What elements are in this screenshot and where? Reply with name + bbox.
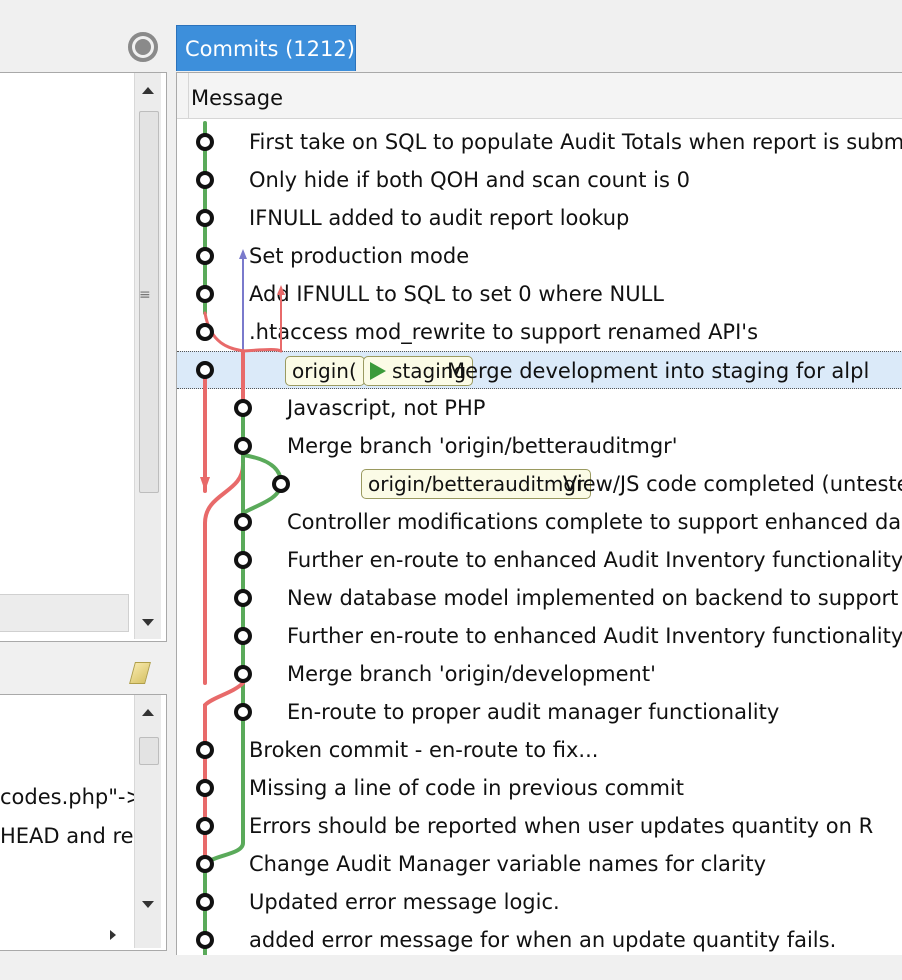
code-line: codes.php"-> [0, 785, 144, 809]
graph-edge [241, 348, 283, 353]
commit-message: Further en-route to enhanced Audit Inven… [287, 548, 902, 572]
commit-node[interactable] [196, 209, 214, 227]
commit-node[interactable] [196, 171, 214, 189]
commit-node[interactable] [234, 665, 252, 683]
github-icon[interactable] [128, 32, 158, 62]
commit-node[interactable] [196, 247, 214, 265]
commit-node[interactable] [234, 589, 252, 607]
commit-node[interactable] [196, 323, 214, 341]
commit-message: Further en-route to enhanced Audit Inven… [287, 624, 902, 648]
pencil-icon[interactable] [129, 662, 151, 684]
scroll-down-arrow-icon[interactable] [142, 619, 154, 626]
commit-node[interactable] [234, 703, 252, 721]
diff-panel[interactable]: codes.php"-> HEAD and rer [0, 694, 167, 951]
commit-message: Merge development into staging for alpl [447, 359, 870, 383]
commit-node[interactable] [196, 931, 214, 949]
commit-node[interactable] [234, 437, 252, 455]
commit-node[interactable] [196, 741, 214, 759]
commit-node[interactable] [196, 361, 214, 379]
branch-arrow-icon [277, 285, 285, 295]
commit-message: New database model implemented on backen… [287, 586, 899, 610]
commit-message: Javascript, not PHP [287, 396, 486, 420]
commit-node[interactable] [272, 475, 290, 493]
commit-message: Only hide if both QOH and scan count is … [249, 168, 690, 192]
scroll-up-arrow-icon[interactable] [142, 87, 154, 94]
branch-graph [196, 121, 290, 956]
left-pane: ≡ codes.php"-> HEAD and rer [0, 0, 170, 980]
commit-node[interactable] [196, 817, 214, 835]
commit-node[interactable] [196, 893, 214, 911]
commit-node[interactable] [234, 399, 252, 417]
scroll-down-arrow-icon[interactable] [142, 901, 154, 908]
scrollbar-thumb[interactable] [139, 737, 159, 765]
grip-icon: ≡ [139, 287, 151, 303]
commit-message: First take on SQL to populate Audit Tota… [249, 130, 902, 154]
commit-message: Merge branch 'origin/development' [287, 662, 656, 686]
branch-arrow-icon [239, 249, 247, 259]
commit-message: Change Audit Manager variable names for … [249, 852, 767, 876]
commit-node[interactable] [196, 855, 214, 873]
code-line: HEAD and rer [0, 824, 143, 848]
commit-node[interactable] [234, 551, 252, 569]
commit-message: Missing a line of code in previous commi… [249, 776, 684, 800]
commit-node[interactable] [196, 285, 214, 303]
commit-message: Add IFNULL to SQL to set 0 where NULL [249, 282, 664, 306]
branch-arrow-icon [200, 477, 210, 491]
commit-message: View/JS code completed (unteste [563, 472, 902, 496]
scroll-right-arrow-icon[interactable] [110, 930, 116, 940]
commit-node[interactable] [234, 513, 252, 531]
commit-message: Controller modifications complete to sup… [287, 510, 902, 534]
commit-list[interactable]: Message First take on SQL to populate Au… [176, 72, 902, 957]
file-list-footer [0, 594, 129, 632]
branch-tag-label: origin/betterauditmgr [368, 472, 585, 496]
commit-message: .htaccess mod_rewrite to support renamed… [249, 320, 759, 344]
status-strip [0, 955, 902, 980]
commit-node[interactable] [234, 627, 252, 645]
diff-scrollbar[interactable] [134, 695, 161, 948]
scroll-up-arrow-icon[interactable] [142, 709, 154, 716]
tab-commits[interactable]: Commits (1212) [176, 25, 356, 71]
commit-message: En-route to proper audit manager functio… [287, 700, 780, 724]
commit-node[interactable] [196, 779, 214, 797]
commit-node[interactable] [196, 133, 214, 151]
commit-message: Errors should be reported when user upda… [249, 814, 874, 838]
graph-edge [203, 463, 245, 685]
commit-message: added error message for when an update q… [249, 928, 837, 952]
commit-message: Merge branch 'origin/betterauditmgr' [287, 434, 678, 458]
branch-tag[interactable]: origin/betterauditmgr [361, 469, 592, 499]
current-branch-arrow-icon [370, 362, 386, 380]
file-list-scrollbar[interactable]: ≡ [134, 73, 161, 639]
file-list-panel[interactable]: ≡ [0, 72, 167, 642]
